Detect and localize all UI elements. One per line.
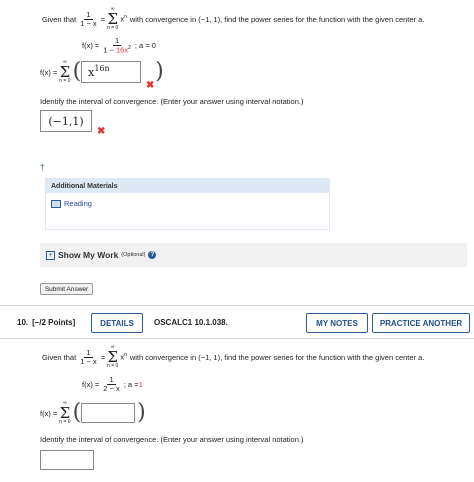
geometric-fraction: 1 1 − x [78, 348, 98, 366]
incorrect-x-icon: ✖ [97, 126, 106, 137]
expand-icon[interactable]: + [46, 250, 55, 260]
fx-label: f(x) = [82, 379, 100, 389]
q1-given-line: Given that 1 1 − x = ∞ Σ n = 0 xn with c… [42, 7, 424, 31]
points-label: [–/2 Points] [32, 318, 76, 327]
x-power: xn [120, 352, 127, 362]
show-my-work-panel[interactable]: + Show My Work (Optional) ? [40, 243, 467, 267]
series-answer-input[interactable]: x 16n [81, 61, 142, 84]
function-fraction: 1 1 − 16x2 [101, 37, 133, 54]
sigma-symbol: ∞ Σ n = 0 [107, 344, 119, 370]
q10-function-line: f(x) = 1 2 − x ; a = 1 [82, 376, 143, 393]
divider [0, 338, 474, 339]
dagger-link[interactable]: † [40, 163, 44, 172]
problem-code: OSCALC1 10.1.038. [154, 318, 228, 327]
q1-function-line: f(x) = 1 1 − 16x2 ; a = 0 [82, 37, 156, 54]
question-header: 10. [–/2 Points] [17, 318, 75, 327]
details-button[interactable]: DETAILS [91, 313, 143, 333]
sigma-symbol: ∞ Σ n = 0 [107, 6, 119, 32]
center-text: ; a = 0 [134, 41, 156, 51]
sigma-lower: n = 0 [107, 25, 119, 32]
submit-answer-button[interactable]: Submit Answer [40, 283, 93, 295]
sum-fx-label: f(x) = [40, 408, 58, 418]
geometric-fraction: 1 1 − x [78, 10, 98, 28]
show-my-work-label: Show My Work [58, 250, 119, 260]
function-denominator: 2 − x [103, 383, 120, 393]
optional-label: (Optional) [121, 252, 146, 258]
equals-sign: = [100, 352, 106, 362]
sigma-symbol: ∞ Σ n = 0 [59, 400, 71, 426]
x-power: xn [120, 14, 127, 24]
identify-text: Identify the interval of convergence. (E… [40, 97, 304, 106]
interval-answer-input[interactable]: (−1,1) [40, 110, 92, 132]
question-number: 10. [17, 318, 29, 327]
fx-label: f(x) = [82, 41, 100, 51]
given-that-text: Given that [42, 352, 77, 362]
sum-fx-label: f(x) = [40, 67, 58, 77]
divider [0, 305, 474, 306]
my-notes-button[interactable]: MY NOTES [306, 313, 368, 333]
center-value: 1 [138, 379, 143, 389]
sigma-symbol: ∞ Σ n = 0 [59, 59, 71, 85]
function-fraction: 1 2 − x [101, 376, 121, 393]
series-answer-input[interactable] [81, 403, 136, 424]
interval-answer-input[interactable] [40, 450, 94, 470]
equals-sign: = [100, 14, 106, 24]
instruction-text: with convergence in (−1, 1), find the po… [129, 14, 425, 24]
additional-materials-header: Additional Materials [46, 179, 329, 193]
q10-given-line: Given that 1 1 − x = ∞ Σ n = 0 xn with c… [42, 345, 424, 369]
given-that-text: Given that [42, 14, 77, 24]
incorrect-x-icon: ✖ [146, 80, 155, 91]
identify-text: Identify the interval of convergence. (E… [40, 435, 304, 444]
reading-link[interactable]: Reading [51, 199, 329, 208]
help-icon[interactable]: ? [148, 251, 157, 259]
function-denominator: 1 − 16x2 [103, 44, 131, 55]
book-icon [51, 199, 61, 208]
sigma-lower: n = 0 [107, 363, 119, 370]
center-text: ; a = [123, 379, 139, 389]
q10-series-answer-line: f(x) = ∞ Σ n = 0 ( ) [40, 400, 146, 426]
practice-another-button[interactable]: PRACTICE ANOTHER [372, 313, 470, 333]
additional-materials-panel: Additional Materials Reading [45, 178, 330, 230]
fraction-denominator: 1 − x [80, 18, 97, 28]
fraction-denominator: 1 − x [80, 356, 97, 366]
instruction-text: with convergence in (−1, 1), find the po… [129, 352, 425, 362]
